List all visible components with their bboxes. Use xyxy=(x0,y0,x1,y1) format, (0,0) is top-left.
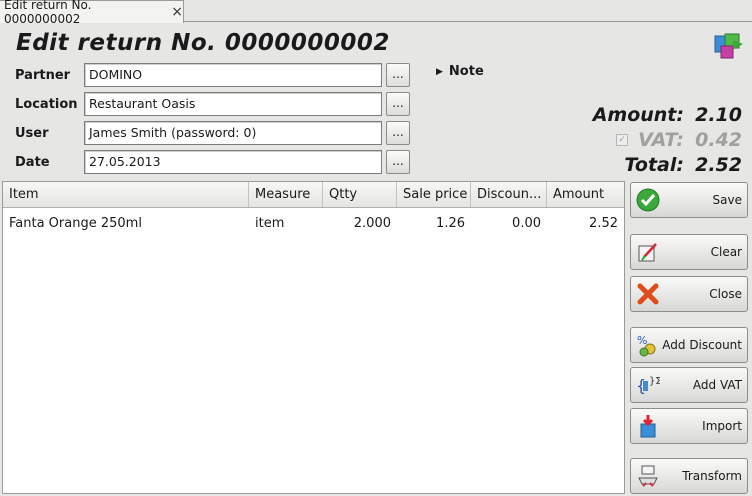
user-field[interactable]: James Smith (password: 0) xyxy=(84,121,382,145)
tab-edit-return[interactable]: Edit return No. 0000000002 × xyxy=(0,0,184,26)
column-header-amount[interactable]: Amount xyxy=(547,182,624,207)
transform-label: Transform xyxy=(682,469,742,483)
column-header-qtty[interactable]: Qtty xyxy=(323,182,397,207)
red-x-icon xyxy=(635,281,661,307)
cell-qtty: 2.000 xyxy=(353,215,391,231)
tab-label: Edit return No. 0000000002 xyxy=(4,0,92,26)
add-discount-label: Add Discount xyxy=(662,338,742,352)
amount-label: Amount: xyxy=(592,104,684,126)
clear-button[interactable]: Clear xyxy=(630,234,748,270)
page-title: Edit return No. 0000000002 xyxy=(16,30,390,56)
table-row[interactable]: Fanta Orange 250ml item 2.000 1.26 0.00 … xyxy=(3,208,624,238)
total-value: 2.52 xyxy=(695,154,742,176)
clear-label: Clear xyxy=(710,245,742,259)
svg-text:%: % xyxy=(637,334,647,347)
edit-clear-icon xyxy=(635,239,661,265)
note-label: Note xyxy=(448,64,484,79)
check-circle-icon xyxy=(635,187,661,213)
partner-browse-button[interactable]: ... xyxy=(386,63,410,87)
save-button[interactable]: Save xyxy=(630,182,748,218)
discount-icon: % xyxy=(635,332,661,358)
column-header-item[interactable]: Item xyxy=(3,182,249,207)
vat-checkbox[interactable]: ✓ xyxy=(616,134,629,146)
partner-label: Partner xyxy=(15,68,71,83)
cell-sale-price: 1.26 xyxy=(436,215,465,231)
close-label: Close xyxy=(709,287,742,301)
date-label: Date xyxy=(15,155,50,170)
sigma-icon: {}Σ xyxy=(635,372,661,398)
amount-value: 2.10 xyxy=(695,104,742,126)
location-label: Location xyxy=(15,97,78,112)
cell-item: Fanta Orange 250ml xyxy=(9,215,142,231)
expander-arrow-icon: ▶ xyxy=(436,66,443,77)
add-discount-button[interactable]: % Add Discount xyxy=(630,327,748,363)
total-row: Total: 2.52 xyxy=(624,154,742,176)
transform-icon xyxy=(635,463,661,489)
column-header-discount[interactable]: Discoun... xyxy=(471,182,547,207)
transform-button[interactable]: Transform xyxy=(630,458,748,494)
user-browse-button[interactable]: ... xyxy=(386,121,410,145)
amount-row: Amount: 2.10 xyxy=(593,104,742,126)
vat-row: ✓ VAT: 0.42 xyxy=(616,129,742,151)
close-button[interactable]: Close xyxy=(630,276,748,312)
items-table[interactable]: Item Measure Qtty Sale price Discoun... … xyxy=(2,181,625,494)
total-label: Total: xyxy=(624,154,684,176)
table-header: Item Measure Qtty Sale price Discoun... … xyxy=(3,182,624,208)
tab-bar: Edit return No. 0000000002 × xyxy=(0,0,752,26)
partner-field[interactable]: DOMINO xyxy=(84,63,382,87)
vat-value: 0.42 xyxy=(695,129,742,151)
column-header-sale-price[interactable]: Sale price xyxy=(397,182,471,207)
cell-measure: item xyxy=(255,215,285,231)
cell-amount: 2.52 xyxy=(589,215,618,231)
import-button[interactable]: Import xyxy=(630,408,748,444)
user-label: User xyxy=(15,126,49,141)
add-vat-button[interactable]: {}Σ Add VAT xyxy=(630,367,748,403)
column-header-measure[interactable]: Measure xyxy=(249,182,323,207)
location-browse-button[interactable]: ... xyxy=(386,92,410,116)
tab-close-icon[interactable]: × xyxy=(171,5,183,19)
import-box-icon xyxy=(635,413,661,439)
note-expander[interactable]: ▶ Note xyxy=(436,64,484,79)
svg-text:}Σ: }Σ xyxy=(649,376,660,387)
app-logo-icon xyxy=(713,30,745,60)
date-field[interactable]: 27.05.2013 xyxy=(84,150,382,174)
location-field[interactable]: Restaurant Oasis xyxy=(84,92,382,116)
date-browse-button[interactable]: ... xyxy=(386,150,410,174)
import-label: Import xyxy=(702,419,742,433)
cell-discount: 0.00 xyxy=(512,215,541,231)
vat-label: VAT: xyxy=(638,129,684,151)
save-label: Save xyxy=(712,193,742,207)
add-vat-label: Add VAT xyxy=(692,378,742,392)
